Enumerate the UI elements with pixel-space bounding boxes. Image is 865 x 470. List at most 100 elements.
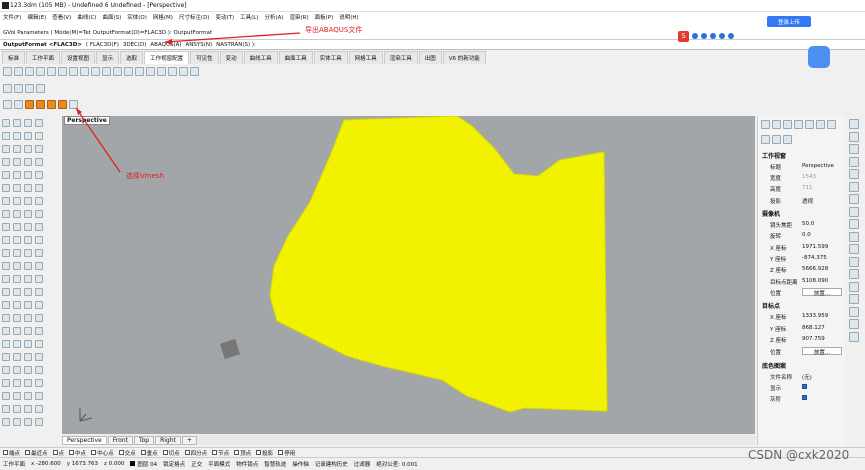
tool-icon[interactable]: [69, 67, 78, 76]
tool-icon[interactable]: [168, 67, 177, 76]
osnap-item[interactable]: 点: [52, 449, 64, 457]
tool-icon[interactable]: [35, 171, 43, 179]
menu-item[interactable]: 文件(F): [3, 13, 21, 21]
tool-icon[interactable]: [113, 67, 122, 76]
camera-y-value[interactable]: -874.375: [802, 255, 827, 261]
viewport-tab[interactable]: Top: [133, 435, 155, 445]
tool-icon[interactable]: [24, 249, 32, 257]
ime-punct-icon[interactable]: [701, 33, 707, 39]
tool-icon[interactable]: [13, 184, 21, 192]
tool-icon[interactable]: [13, 327, 21, 335]
tool-icon[interactable]: [24, 236, 32, 244]
osnap-checkbox[interactable]: [234, 450, 240, 455]
tool-icon[interactable]: [2, 197, 10, 205]
lens-value[interactable]: 50.0: [802, 221, 814, 227]
ime-skin-icon[interactable]: [728, 33, 734, 39]
toolbar-tab[interactable]: 工作视窗配置: [144, 51, 190, 64]
command-option[interactable]: ANSYS(N): [186, 42, 213, 48]
toolbar-tab[interactable]: 网格工具: [348, 51, 383, 64]
tool-icon[interactable]: [25, 100, 34, 109]
tool-icon[interactable]: [102, 67, 111, 76]
tool-icon[interactable]: [80, 67, 89, 76]
tool-icon[interactable]: [2, 405, 10, 413]
menu-item[interactable]: 曲面(S): [102, 13, 121, 21]
tool-icon[interactable]: [2, 301, 10, 309]
menu-item[interactable]: 实体(O): [127, 13, 147, 21]
viewport-tab[interactable]: +: [181, 435, 197, 445]
osnap-checkbox[interactable]: [278, 450, 284, 455]
tool-icon[interactable]: [24, 340, 32, 348]
status-toggle[interactable]: 智慧轨迹: [264, 460, 286, 468]
osnap-checkbox[interactable]: [256, 450, 262, 455]
tool-icon[interactable]: [2, 145, 10, 153]
osnap-item[interactable]: 中心点: [91, 449, 114, 457]
tool-icon[interactable]: [2, 171, 10, 179]
tool-icon[interactable]: [849, 181, 859, 192]
tool-icon[interactable]: [13, 379, 21, 387]
tool-icon[interactable]: [24, 275, 32, 283]
tool-icon[interactable]: [35, 340, 43, 348]
osnap-item[interactable]: 最近点: [25, 449, 48, 457]
tool-icon[interactable]: [35, 249, 43, 257]
osnap-checkbox[interactable]: [212, 450, 218, 455]
tool-icon[interactable]: [849, 119, 859, 129]
status-toggle[interactable]: 锁定格点: [163, 460, 185, 468]
status-toggle[interactable]: 操作轴: [292, 460, 309, 468]
tool-icon[interactable]: [13, 249, 21, 257]
tool-icon[interactable]: [849, 306, 859, 317]
toolbar-tab[interactable]: 实体工具: [313, 51, 348, 64]
tool-icon[interactable]: [124, 67, 133, 76]
ime-mic-icon[interactable]: [710, 33, 716, 39]
camera-x-value[interactable]: 1971.599: [802, 244, 828, 250]
tool-icon[interactable]: [24, 314, 32, 322]
tool-icon[interactable]: [35, 366, 43, 374]
tool-icon[interactable]: [35, 379, 43, 387]
tool-icon[interactable]: [24, 184, 32, 192]
panel-tab-icon[interactable]: [783, 120, 792, 129]
toolbar-tab[interactable]: 标准: [2, 51, 26, 64]
osnap-checkbox[interactable]: [25, 450, 31, 455]
tool-icon[interactable]: [2, 418, 10, 426]
tool-icon[interactable]: [849, 219, 859, 229]
panel-subtab-icon[interactable]: [783, 135, 792, 144]
toolbar-tab[interactable]: 出图: [418, 51, 442, 64]
toolbar-tab[interactable]: 曲线工具: [243, 51, 278, 64]
tool-icon[interactable]: [24, 327, 32, 335]
tool-icon[interactable]: [24, 210, 32, 218]
toolbar-tab[interactable]: 显示: [96, 51, 120, 64]
menu-item[interactable]: 变动(T): [215, 13, 234, 21]
tool-icon[interactable]: [849, 319, 859, 329]
panel-tab-icon[interactable]: [816, 120, 825, 129]
tool-icon[interactable]: [849, 206, 859, 217]
menu-item[interactable]: 网格(M): [153, 13, 173, 21]
tool-icon[interactable]: [13, 405, 21, 413]
tool-icon[interactable]: [35, 145, 43, 153]
tool-icon[interactable]: [35, 184, 43, 192]
tool-icon[interactable]: [3, 84, 12, 93]
status-toggle[interactable]: 绝对公差: 0.001: [376, 460, 417, 468]
target-place-button[interactable]: 放置...: [802, 347, 842, 356]
osnap-item[interactable]: 停用: [278, 449, 295, 457]
tool-icon[interactable]: [35, 327, 43, 335]
camera-place-button[interactable]: 放置...: [802, 288, 842, 297]
panel-subtab-icon[interactable]: [761, 135, 770, 144]
tool-icon[interactable]: [24, 158, 32, 166]
tool-icon[interactable]: [2, 288, 10, 296]
tool-icon[interactable]: [24, 392, 32, 400]
tool-icon[interactable]: [2, 275, 10, 283]
tool-icon[interactable]: [2, 327, 10, 335]
tool-icon[interactable]: [2, 392, 10, 400]
tool-icon[interactable]: [24, 353, 32, 361]
tool-icon[interactable]: [24, 301, 32, 309]
tool-icon[interactable]: [2, 314, 10, 322]
camera-z-value[interactable]: 5666.928: [802, 266, 828, 272]
osnap-item[interactable]: 节点: [212, 449, 229, 457]
menu-item[interactable]: 工具(L): [240, 13, 258, 21]
tool-icon[interactable]: [2, 184, 10, 192]
tool-icon[interactable]: [135, 67, 144, 76]
tool-icon[interactable]: [13, 288, 21, 296]
osnap-checkbox[interactable]: [52, 450, 58, 455]
show-checkbox[interactable]: [802, 384, 807, 389]
tool-icon[interactable]: [35, 223, 43, 231]
panel-tab-icon[interactable]: [772, 120, 781, 129]
